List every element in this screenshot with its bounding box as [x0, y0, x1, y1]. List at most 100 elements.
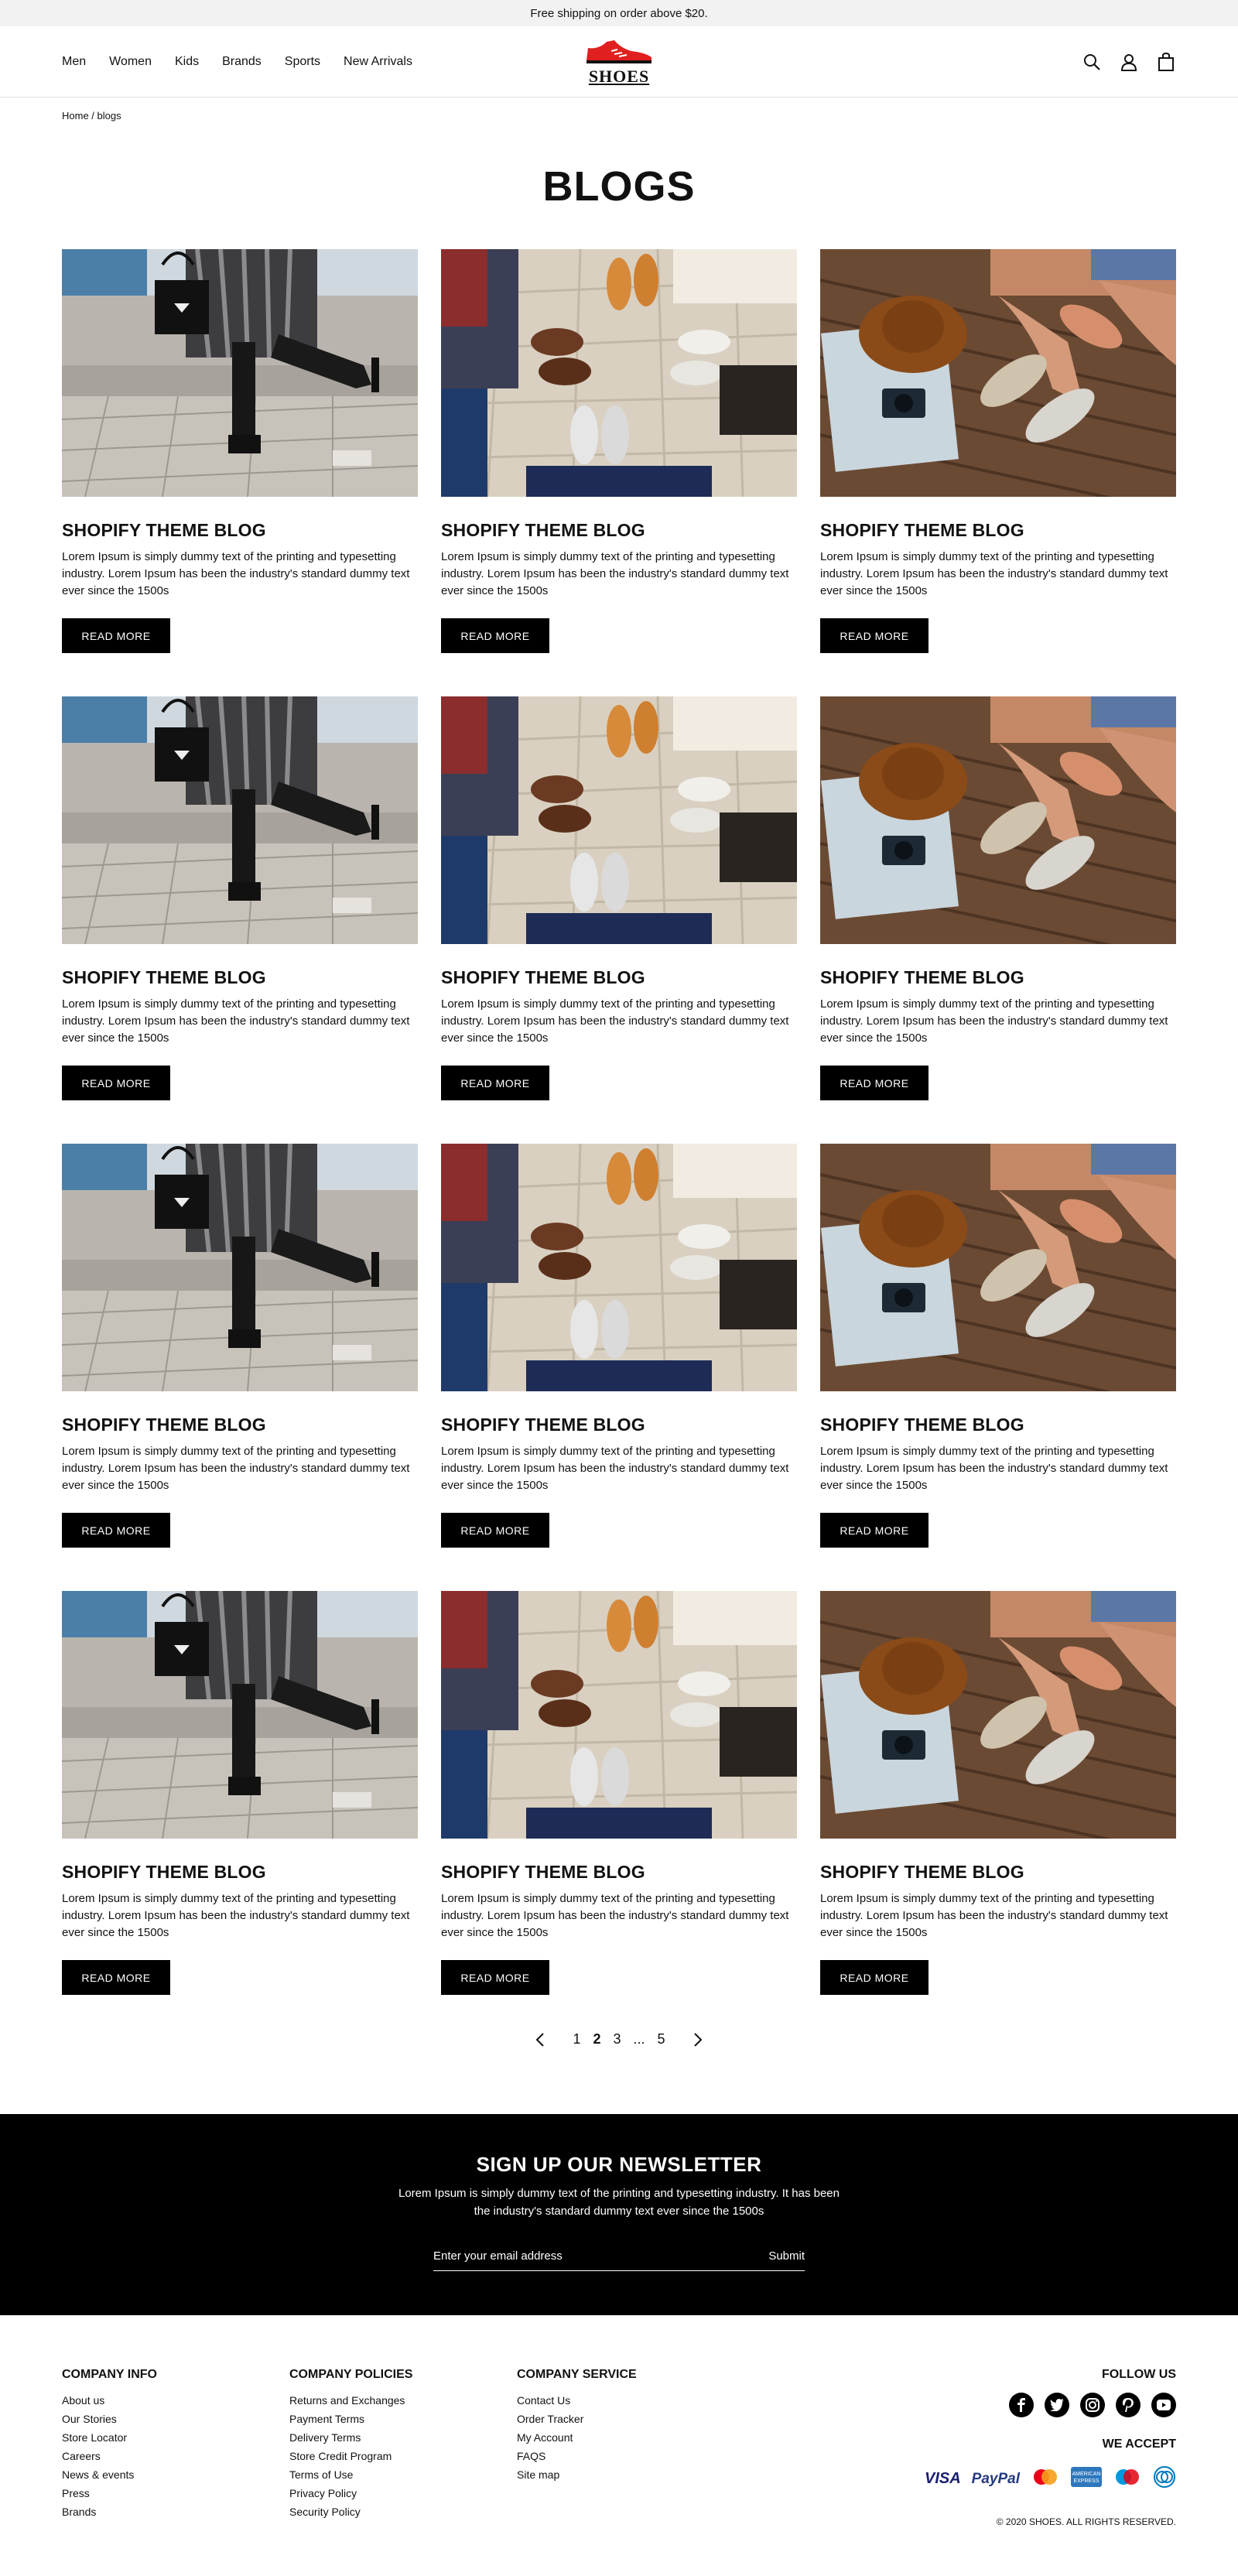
footer-link[interactable]: Terms of Use [289, 2465, 412, 2484]
nav-link-sports[interactable]: Sports [285, 55, 320, 69]
shoe-logo-icon [587, 40, 651, 63]
nav-link-men[interactable]: Men [62, 55, 86, 69]
blog-excerpt: Lorem Ipsum is simply dummy text of the … [820, 997, 1168, 1045]
blog-title[interactable]: SHOPIFY THEME BLOG [441, 967, 797, 988]
facebook-icon[interactable] [1009, 2393, 1034, 2417]
blog-image-hat-camera-sneakers[interactable] [820, 1591, 1176, 1839]
breadcrumb[interactable]: Home / blogs [62, 110, 121, 121]
footer-link[interactable]: My Account [517, 2428, 637, 2447]
footer-link[interactable]: Delivery Terms [289, 2428, 412, 2447]
footer-link[interactable]: Careers [62, 2447, 157, 2465]
read-more-button[interactable]: READ MORE [62, 1513, 170, 1548]
footer-company-service: COMPANY SERVICE Contact Us Order Tracker… [517, 2368, 637, 2484]
svg-text:AMERICAN: AMERICAN [1072, 2472, 1101, 2477]
blog-image-hat-camera-sneakers[interactable] [820, 249, 1176, 497]
blog-title[interactable]: SHOPIFY THEME BLOG [62, 967, 418, 988]
footer-link[interactable]: News & events [62, 2465, 157, 2484]
read-more-button[interactable]: READ MORE [820, 1960, 929, 1995]
logo[interactable]: SHOES [583, 37, 655, 87]
blog-title[interactable]: SHOPIFY THEME BLOG [441, 1862, 797, 1883]
blog-title[interactable]: SHOPIFY THEME BLOG [62, 1862, 418, 1883]
newsletter-submit-button[interactable]: Submit [768, 2249, 805, 2263]
read-more-button[interactable]: READ MORE [62, 1960, 170, 1995]
newsletter-title: SIGN UP OUR NEWSLETTER [476, 2153, 762, 2176]
cart-bag-icon[interactable] [1156, 52, 1176, 72]
header-actions [1082, 26, 1176, 97]
footer-link[interactable]: Store Locator [62, 2428, 157, 2447]
blog-image-woman-handbag-boots[interactable] [62, 696, 418, 944]
footer-link[interactable]: Our Stories [62, 2410, 157, 2428]
blog-image-hat-camera-sneakers[interactable] [820, 696, 1176, 944]
blog-image-feet-circle-shoes[interactable] [441, 249, 797, 497]
chevron-left-icon[interactable] [532, 2032, 548, 2047]
instagram-icon[interactable] [1080, 2393, 1105, 2417]
page-link-1[interactable]: 1 [573, 2031, 580, 2047]
newsletter-email-input[interactable] [433, 2249, 712, 2263]
blog-image-woman-handbag-boots[interactable] [62, 249, 418, 497]
maestro-icon [1113, 2468, 1142, 2490]
footer-link[interactable]: FAQS [517, 2447, 637, 2465]
account-icon[interactable] [1119, 52, 1139, 72]
read-more-button[interactable]: READ MORE [441, 1513, 549, 1548]
blog-title[interactable]: SHOPIFY THEME BLOG [820, 967, 1176, 988]
page-link-3[interactable]: 3 [613, 2031, 621, 2047]
nav-link-brands[interactable]: Brands [222, 55, 262, 69]
read-more-button[interactable]: READ MORE [441, 618, 549, 653]
nav-link-new-arrivals[interactable]: New Arrivals [344, 55, 412, 69]
blog-image-woman-handbag-boots[interactable] [62, 1591, 418, 1839]
nav-link-kids[interactable]: Kids [175, 55, 199, 69]
footer-link[interactable]: Security Policy [289, 2502, 412, 2521]
blog-title[interactable]: SHOPIFY THEME BLOG [820, 520, 1176, 541]
page-ellipsis: ... [633, 2031, 645, 2047]
footer-link[interactable]: Privacy Policy [289, 2484, 412, 2502]
newsletter-form: Submit [433, 2242, 805, 2271]
footer-link[interactable]: About us [62, 2391, 157, 2410]
footer-link[interactable]: Contact Us [517, 2391, 637, 2410]
blog-title[interactable]: SHOPIFY THEME BLOG [441, 520, 797, 541]
read-more-button[interactable]: READ MORE [62, 1066, 170, 1100]
footer-link[interactable]: Press [62, 2484, 157, 2502]
site-footer: COMPANY INFO About us Our Stories Store … [0, 2315, 1238, 2576]
newsletter-section: SIGN UP OUR NEWSLETTER Lorem Ipsum is si… [0, 2114, 1238, 2315]
footer-link[interactable]: Store Credit Program [289, 2447, 412, 2465]
youtube-icon[interactable] [1151, 2393, 1176, 2417]
blog-card: SHOPIFY THEME BLOG Lorem Ipsum is simply… [441, 1591, 797, 1995]
blog-excerpt: Lorem Ipsum is simply dummy text of the … [62, 550, 410, 597]
follow-us-heading: FOLLOW US [1102, 2368, 1176, 2381]
blog-image-feet-circle-shoes[interactable] [441, 1591, 797, 1839]
read-more-button[interactable]: READ MORE [820, 1066, 929, 1100]
read-more-button[interactable]: READ MORE [441, 1960, 549, 1995]
blog-card: SHOPIFY THEME BLOG Lorem Ipsum is simply… [62, 696, 418, 1100]
blog-card: SHOPIFY THEME BLOG Lorem Ipsum is simply… [441, 1144, 797, 1548]
chevron-right-icon[interactable] [690, 2032, 706, 2047]
nav-link-women[interactable]: Women [109, 55, 152, 69]
search-icon[interactable] [1082, 52, 1102, 72]
blog-title[interactable]: SHOPIFY THEME BLOG [62, 520, 418, 541]
read-more-button[interactable]: READ MORE [62, 618, 170, 653]
read-more-button[interactable]: READ MORE [820, 618, 929, 653]
read-more-button[interactable]: READ MORE [441, 1066, 549, 1100]
pinterest-icon[interactable] [1116, 2393, 1141, 2417]
blog-image-woman-handbag-boots[interactable] [62, 1144, 418, 1391]
blog-title[interactable]: SHOPIFY THEME BLOG [820, 1415, 1176, 1435]
main-header: Men Women Kids Brands Sports New Arrival… [0, 26, 1238, 97]
blog-title[interactable]: SHOPIFY THEME BLOG [441, 1415, 797, 1435]
footer-link[interactable]: Order Tracker [517, 2410, 637, 2428]
blog-excerpt: Lorem Ipsum is simply dummy text of the … [441, 1892, 789, 1939]
blog-title[interactable]: SHOPIFY THEME BLOG [62, 1415, 418, 1435]
newsletter-text: Lorem Ipsum is simply dummy text of the … [398, 2187, 840, 2218]
footer-link[interactable]: Returns and Exchanges [289, 2391, 412, 2410]
blog-image-feet-circle-shoes[interactable] [441, 696, 797, 944]
footer-company-info: COMPANY INFO About us Our Stories Store … [62, 2368, 157, 2521]
page-link-5[interactable]: 5 [658, 2031, 665, 2047]
page-title: BLOGS [542, 163, 696, 210]
blog-image-hat-camera-sneakers[interactable] [820, 1144, 1176, 1391]
footer-link[interactable]: Brands [62, 2502, 157, 2521]
twitter-icon[interactable] [1045, 2393, 1069, 2417]
footer-link[interactable]: Site map [517, 2465, 637, 2484]
blog-image-feet-circle-shoes[interactable] [441, 1144, 797, 1391]
blog-title[interactable]: SHOPIFY THEME BLOG [820, 1862, 1176, 1883]
page-link-2-active[interactable]: 2 [593, 2031, 600, 2047]
read-more-button[interactable]: READ MORE [820, 1513, 929, 1548]
footer-link[interactable]: Payment Terms [289, 2410, 412, 2428]
